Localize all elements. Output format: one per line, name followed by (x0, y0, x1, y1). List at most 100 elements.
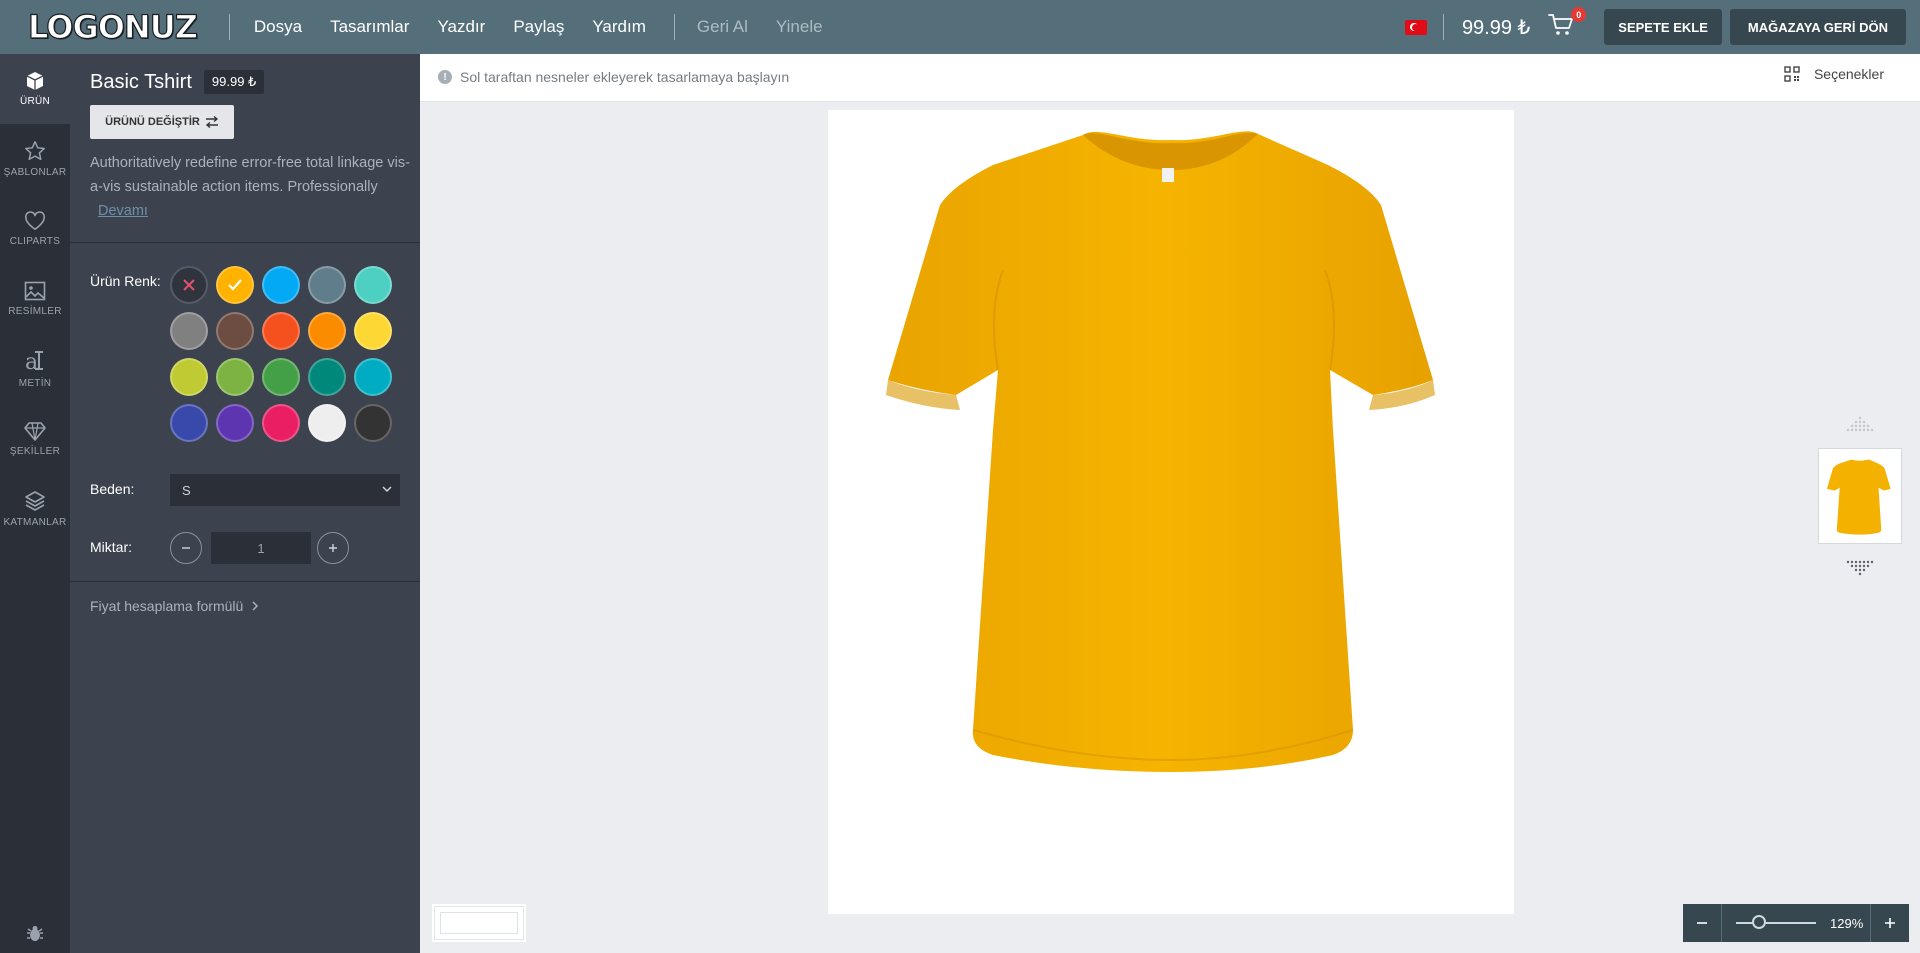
color-swatch-none[interactable] (170, 266, 208, 304)
plus-icon (1885, 918, 1895, 928)
divider (70, 242, 420, 243)
color-swatch[interactable] (216, 312, 254, 350)
rail-label: ŞEKİLLER (9, 446, 61, 457)
color-swatch[interactable] (170, 358, 208, 396)
color-swatch[interactable] (308, 404, 346, 442)
rail-item-text[interactable]: a METİN (0, 334, 70, 404)
product-name: Basic Tshirt (90, 70, 192, 93)
color-swatch[interactable] (216, 358, 254, 396)
menu-print[interactable]: Yazdır (437, 17, 485, 37)
color-swatch[interactable] (262, 312, 300, 350)
rail-item-product[interactable]: ÜRÜN (0, 54, 70, 124)
mini-preview[interactable] (432, 904, 526, 942)
heart-icon (25, 211, 45, 230)
color-swatch[interactable] (308, 312, 346, 350)
product-panel: Basic Tshirt 99.99 ₺ ÜRÜNÜ DEĞİŞTİR Auth… (70, 54, 420, 953)
main-menu: Dosya Tasarımlar Yazdır Paylaş Yardım Ge… (254, 14, 851, 40)
color-swatch[interactable] (216, 266, 254, 304)
zoom-control: 129% (1683, 904, 1909, 942)
tshirt-image (886, 131, 1435, 772)
size-select[interactable]: S (170, 474, 400, 506)
product-header: Basic Tshirt 99.99 ₺ (90, 70, 265, 94)
turkey-flag-icon[interactable] (1404, 19, 1427, 35)
minus-icon (1697, 922, 1707, 924)
menu-share[interactable]: Paylaş (513, 17, 564, 37)
menu-help[interactable]: Yardım (592, 17, 646, 37)
color-swatch[interactable] (354, 312, 392, 350)
quantity-input[interactable]: 1 (211, 532, 311, 564)
menu-file[interactable]: Dosya (254, 17, 302, 37)
bug-icon (27, 926, 43, 941)
product-description: Authoritatively redefine error-free tota… (90, 151, 410, 223)
info-icon: ! (438, 70, 452, 84)
zoom-out-button[interactable] (1683, 904, 1721, 942)
color-label: Ürün Renk: (90, 273, 161, 289)
cart-count-badge: 0 (1571, 7, 1587, 22)
price-formula-link[interactable]: Fiyat hesaplama formülü (90, 598, 261, 614)
checkmark-icon (218, 268, 252, 302)
zoom-slider[interactable] (1736, 915, 1816, 929)
description-text: Authoritatively redefine error-free tota… (90, 155, 410, 195)
divider (228, 14, 230, 40)
chevron-down-icon (382, 486, 392, 493)
layers-icon (25, 491, 45, 511)
zoom-value: 129% (1830, 915, 1864, 931)
design-canvas[interactable] (828, 110, 1514, 914)
logo[interactable]: LOGONUZ (27, 7, 198, 46)
zoom-in-button[interactable] (1871, 904, 1909, 942)
change-product-button[interactable]: ÜRÜNÜ DEĞİŞTİR (90, 105, 234, 139)
quantity-decrease-button[interactable] (170, 532, 202, 564)
rail-item-layers[interactable]: KATMANLAR (0, 474, 70, 544)
hint-text: Sol taraftan nesneler ekleyerek tasarlam… (460, 69, 790, 85)
color-swatch[interactable] (354, 266, 392, 304)
plus-icon (329, 544, 337, 552)
cart-button[interactable]: 0 (1548, 7, 1587, 41)
minus-icon (182, 547, 190, 549)
chevron-right-icon (252, 601, 259, 611)
quantity-increase-button[interactable] (317, 532, 349, 564)
color-swatch[interactable] (354, 404, 392, 442)
rail-label: RESİMLER (8, 306, 62, 317)
zoom-slider-handle[interactable] (1752, 915, 1767, 929)
color-swatch[interactable] (354, 358, 392, 396)
cube-icon (26, 72, 44, 90)
diamond-icon (24, 422, 46, 441)
rail-label: ŞABLONLAR (3, 167, 67, 178)
color-swatch[interactable] (262, 404, 300, 442)
rail-label: KATMANLAR (3, 517, 67, 528)
read-more-link[interactable]: Devamı (98, 203, 148, 219)
front-view-thumbnail[interactable] (1818, 448, 1902, 544)
menu-designs[interactable]: Tasarımlar (330, 17, 409, 37)
color-swatches (170, 266, 392, 442)
add-to-cart-button[interactable]: SEPETE EKLE (1604, 9, 1722, 45)
color-swatch[interactable] (170, 404, 208, 442)
color-swatch[interactable] (308, 266, 346, 304)
mini-preview-frame (440, 912, 518, 934)
canvas-info-bar: ! Sol taraftan nesneler ekleyerek tasarl… (420, 54, 1920, 102)
rail-item-shapes[interactable]: ŞEKİLLER (0, 404, 70, 474)
swap-icon (205, 116, 218, 128)
scroll-up-dots-icon[interactable] (1846, 416, 1874, 434)
options-button[interactable]: Seçenekler (1784, 66, 1884, 82)
rail-item-images[interactable]: RESİMLER (0, 264, 70, 334)
color-swatch[interactable] (216, 404, 254, 442)
color-swatch[interactable] (170, 312, 208, 350)
color-swatch[interactable] (262, 358, 300, 396)
scroll-down-dots-icon[interactable] (1846, 560, 1874, 578)
size-label: Beden: (90, 481, 135, 497)
redo-button[interactable]: Yinele (776, 17, 823, 37)
total-price: 99.99 ₺ (1461, 16, 1531, 39)
undo-button[interactable]: Geri Al (697, 17, 748, 37)
options-label: Seçenekler (1813, 66, 1884, 82)
rail-item-cliparts[interactable]: CLIPARTS (0, 194, 70, 264)
rail-item-templates[interactable]: ŞABLONLAR (0, 124, 70, 194)
divider (673, 14, 675, 40)
price-formula-label: Fiyat hesaplama formülü (90, 598, 244, 614)
color-swatch[interactable] (308, 358, 346, 396)
bug-report-button[interactable] (0, 925, 70, 943)
tshirt-thumbnail-image (1826, 459, 1891, 535)
back-to-store-button[interactable]: MAĞAZAYA GERİ DÖN (1729, 9, 1906, 45)
close-icon (172, 268, 206, 302)
color-swatch[interactable] (262, 266, 300, 304)
divider (1721, 904, 1722, 942)
